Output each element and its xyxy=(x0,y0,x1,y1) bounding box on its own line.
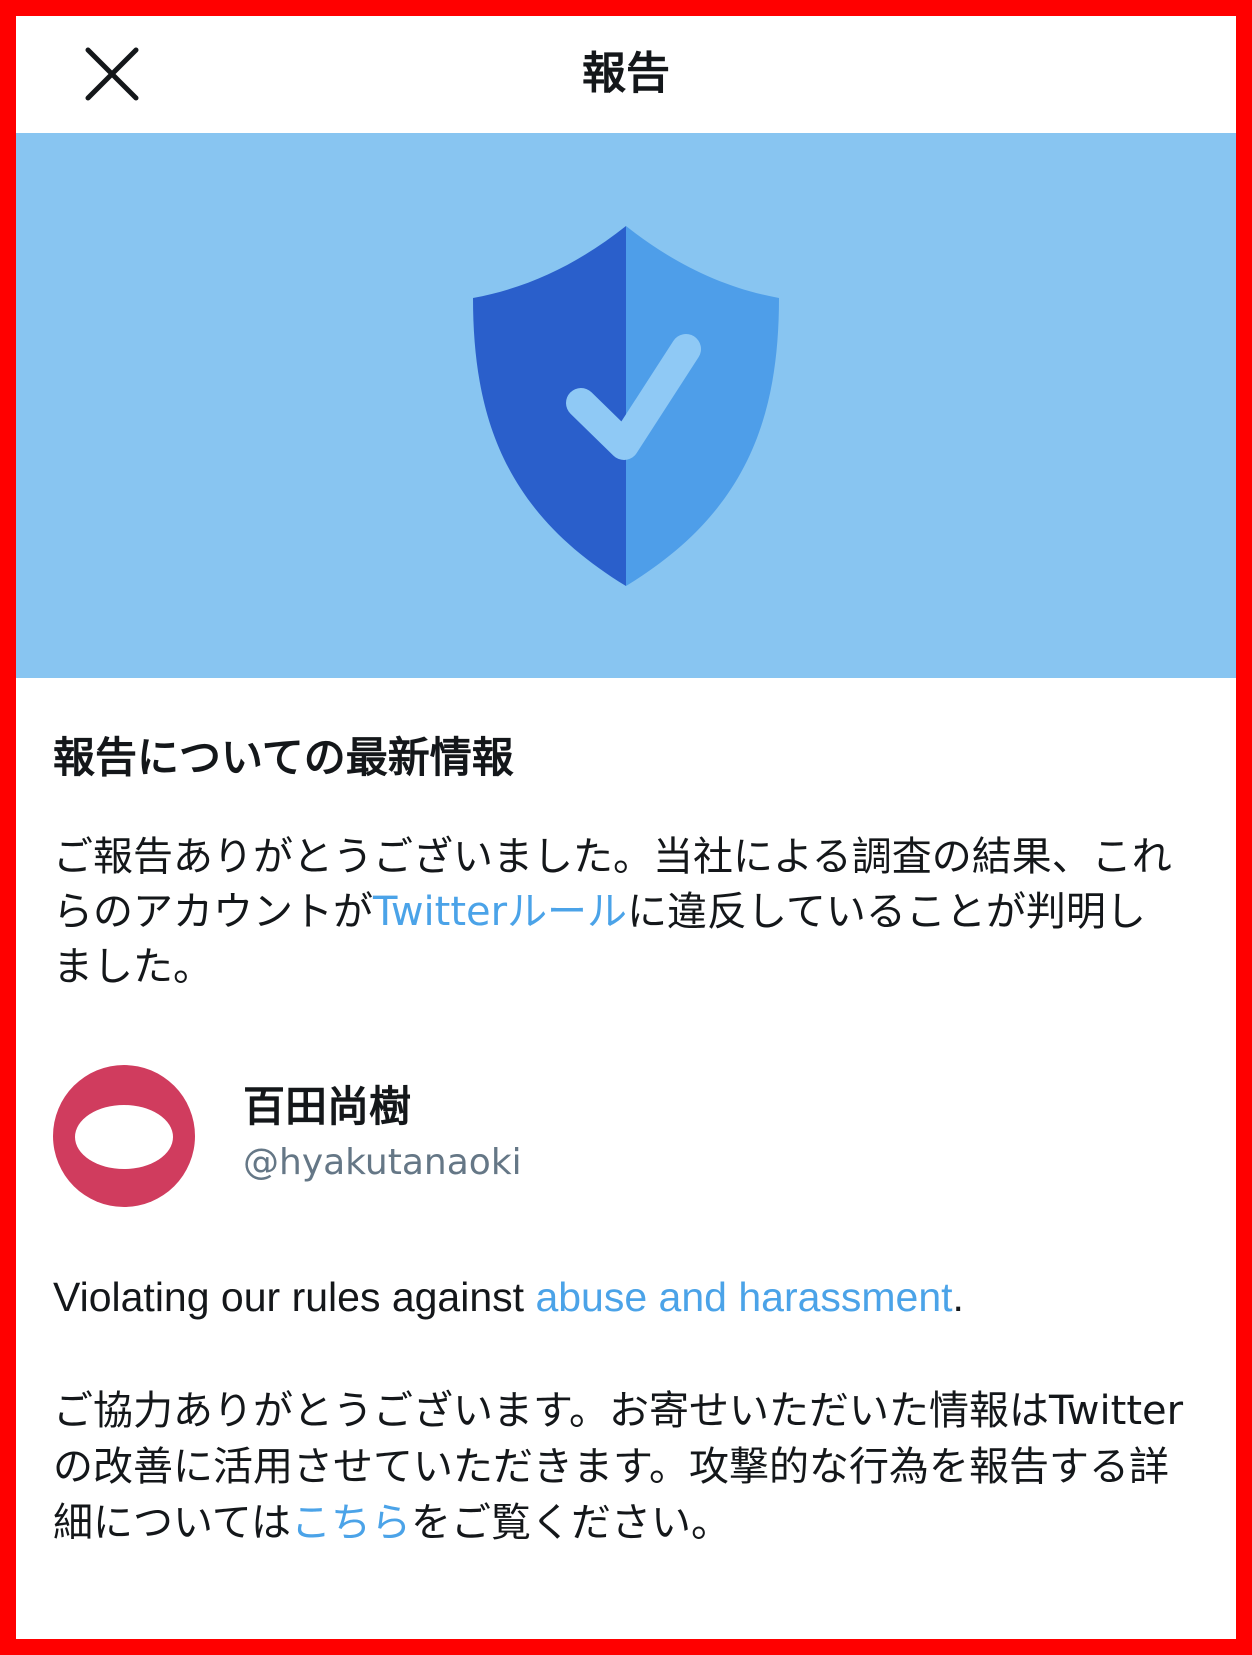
abuse-harassment-link[interactable]: abuse and harassment xyxy=(535,1274,952,1320)
account-name: 百田尚樹 xyxy=(243,1082,412,1131)
thanks-text: ご協力ありがとうございます。お寄せいただいた情報はTwitterの改善に活用させ… xyxy=(53,1383,1184,1551)
account-card[interactable]: 百田尚樹 @hyakutanaoki xyxy=(53,1065,1184,1211)
section-title: 報告についての最新情報 xyxy=(53,733,514,782)
header: 報告 xyxy=(16,16,1236,133)
account-handle: @hyakutanaoki xyxy=(243,1142,522,1183)
banner xyxy=(16,133,1236,678)
shield-check-icon xyxy=(473,226,779,586)
violation-text: Violating our rules against abuse and ha… xyxy=(53,1269,1184,1325)
page-title: 報告 xyxy=(582,48,670,99)
avatar[interactable] xyxy=(53,1065,195,1207)
intro-text: ご報告ありがとうございました。当社による調査の結果、これらのアカウントがTwit… xyxy=(53,830,1184,995)
violation-after: . xyxy=(952,1274,964,1320)
thanks-after: をご覧ください。 xyxy=(411,1500,731,1546)
here-link[interactable]: こちら xyxy=(291,1500,411,1546)
avatar-logo xyxy=(75,1105,173,1169)
violation-before: Violating our rules against xyxy=(53,1274,536,1320)
content: 報告についての最新情報 ご報告ありがとうございました。当社による調査の結果、これ… xyxy=(16,730,1236,1551)
twitter-rules-link[interactable]: Twitterルール xyxy=(373,889,627,935)
report-dialog: 報告 報告についての最新情報 ご報告ありがとうございました。当社による調査の結果… xyxy=(16,16,1236,1639)
